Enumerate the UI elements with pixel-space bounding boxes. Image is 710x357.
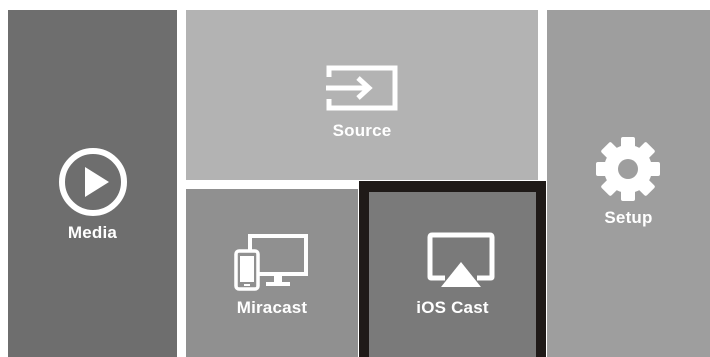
home-menu: Media Source Setup Miracast iOS Cast bbox=[0, 0, 710, 357]
tile-setup-label: Setup bbox=[604, 208, 653, 227]
tile-setup[interactable]: Setup bbox=[547, 10, 710, 357]
tile-ios-cast-label: iOS Cast bbox=[416, 298, 489, 317]
tile-media[interactable]: Media bbox=[8, 10, 177, 357]
play-circle-icon bbox=[59, 148, 127, 216]
tile-miracast-label: Miracast bbox=[236, 298, 308, 317]
tile-source-label: Source bbox=[332, 121, 392, 140]
input-source-icon bbox=[326, 65, 398, 111]
tile-miracast[interactable]: Miracast bbox=[186, 189, 358, 357]
tile-ios-cast[interactable]: iOS Cast bbox=[359, 181, 546, 357]
tile-media-label: Media bbox=[67, 223, 118, 242]
gear-icon bbox=[596, 137, 660, 201]
devices-icon bbox=[234, 234, 308, 291]
airplay-icon bbox=[427, 232, 495, 287]
tile-source[interactable]: Source bbox=[186, 10, 538, 180]
tile-ios-cast-body: iOS Cast bbox=[369, 192, 536, 357]
